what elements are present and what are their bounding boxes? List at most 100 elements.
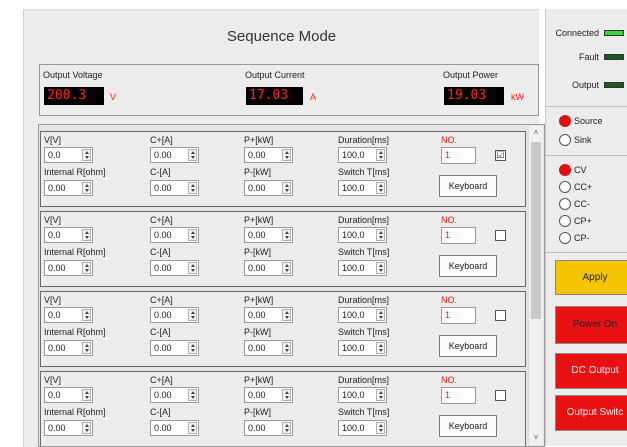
power-minus-stepper[interactable]: 0.00 bbox=[244, 260, 293, 276]
output-switch-button[interactable]: Output Switc bbox=[555, 395, 627, 431]
voltage-stepper[interactable]: 0.0 bbox=[44, 387, 93, 403]
internal-resistance-stepper[interactable]: 0.00 bbox=[44, 420, 93, 436]
stepper-arrows-icon[interactable] bbox=[282, 149, 291, 161]
step-number-input[interactable]: 1 bbox=[441, 227, 476, 244]
current-minus-stepper[interactable]: 0.00 bbox=[150, 260, 199, 276]
stepper-arrows-icon[interactable] bbox=[188, 309, 197, 321]
voltage-stepper[interactable]: 0.0 bbox=[44, 147, 93, 163]
stepper-arrows-icon[interactable] bbox=[82, 229, 91, 241]
stepper-arrows-icon[interactable] bbox=[188, 422, 197, 434]
stepper-arrows-icon[interactable] bbox=[376, 309, 385, 321]
current-plus-label: C+[A] bbox=[150, 295, 173, 305]
scroll-up-icon[interactable]: ˄ bbox=[532, 129, 540, 137]
stepper-arrows-icon[interactable] bbox=[188, 389, 197, 401]
current-plus-stepper[interactable]: 0.00 bbox=[150, 307, 199, 323]
stepper-arrows-icon[interactable] bbox=[188, 262, 197, 274]
apply-button[interactable]: Apply bbox=[555, 260, 627, 295]
sink-radio-label[interactable]: Sink bbox=[574, 135, 592, 145]
power-minus-stepper[interactable]: 0.00 bbox=[244, 340, 293, 356]
stepper-arrows-icon[interactable] bbox=[82, 309, 91, 321]
current-minus-stepper[interactable]: 0.00 bbox=[150, 420, 199, 436]
mode-radio-label[interactable]: CP+ bbox=[574, 216, 592, 226]
scroll-down-icon[interactable]: ˅ bbox=[532, 434, 540, 442]
stepper-arrows-icon[interactable] bbox=[282, 182, 291, 194]
stepper-arrows-icon[interactable] bbox=[376, 389, 385, 401]
stepper-arrows-icon[interactable] bbox=[188, 182, 197, 194]
stepper-arrows-icon[interactable] bbox=[82, 182, 91, 194]
power-on-button[interactable]: Power On bbox=[555, 306, 627, 344]
step-enable-checkbox[interactable]: ☑ bbox=[495, 150, 506, 161]
duration-stepper[interactable]: 100.0 bbox=[338, 147, 387, 163]
power-plus-stepper[interactable]: 0.00 bbox=[244, 387, 293, 403]
keyboard-button[interactable]: Keyboard bbox=[439, 335, 497, 357]
step-number-input[interactable]: 1 bbox=[441, 307, 476, 324]
power-plus-stepper[interactable]: 0.00 bbox=[244, 227, 293, 243]
internal-resistance-stepper[interactable]: 0.00 bbox=[44, 180, 93, 196]
switch-time-stepper[interactable]: 100.0 bbox=[338, 420, 387, 436]
step-enable-checkbox[interactable] bbox=[495, 310, 506, 321]
stepper-arrows-icon[interactable] bbox=[188, 149, 197, 161]
mode-radio-label[interactable]: CC+ bbox=[574, 182, 592, 192]
sequence-scrollbar[interactable]: ˄ ˅ bbox=[528, 126, 543, 445]
voltage-stepper[interactable]: 0.0 bbox=[44, 227, 93, 243]
sequence-list[interactable]: ˄ ˅ V[V] C+[A] P+[kW] Duration[ms] NO. 0… bbox=[38, 124, 545, 447]
mode-radio-label[interactable]: CP- bbox=[574, 233, 590, 243]
current-plus-stepper[interactable]: 0.00 bbox=[150, 227, 199, 243]
current-plus-stepper[interactable]: 0.00 bbox=[150, 147, 199, 163]
duration-stepper[interactable]: 100.0 bbox=[338, 227, 387, 243]
step-enable-checkbox[interactable] bbox=[495, 390, 506, 401]
current-minus-stepper[interactable]: 0.00 bbox=[150, 340, 199, 356]
stepper-arrows-icon[interactable] bbox=[376, 342, 385, 354]
stepper-arrows-icon[interactable] bbox=[376, 229, 385, 241]
stepper-arrows-icon[interactable] bbox=[188, 229, 197, 241]
step-number-input[interactable]: 1 bbox=[441, 147, 476, 164]
source-radio-label[interactable]: Source bbox=[574, 116, 603, 126]
stepper-arrows-icon[interactable] bbox=[188, 342, 197, 354]
keyboard-button[interactable]: Keyboard bbox=[439, 175, 497, 197]
stepper-arrows-icon[interactable] bbox=[282, 422, 291, 434]
stepper-arrows-icon[interactable] bbox=[376, 149, 385, 161]
mode-radio-label[interactable]: CV bbox=[574, 165, 587, 175]
stepper-arrows-icon[interactable] bbox=[82, 342, 91, 354]
stepper-arrows-icon[interactable] bbox=[376, 422, 385, 434]
voltage-stepper[interactable]: 0.0 bbox=[44, 307, 93, 323]
stepper-arrows-icon[interactable] bbox=[82, 262, 91, 274]
switch-time-stepper[interactable]: 100.0 bbox=[338, 340, 387, 356]
mode-radio-cv[interactable] bbox=[559, 164, 571, 176]
power-plus-stepper[interactable]: 0.00 bbox=[244, 147, 293, 163]
step-number-input[interactable]: 1 bbox=[441, 387, 476, 404]
power-minus-stepper[interactable]: 0.00 bbox=[244, 420, 293, 436]
power-minus-stepper[interactable]: 0.00 bbox=[244, 180, 293, 196]
stepper-arrows-icon[interactable] bbox=[282, 309, 291, 321]
current-plus-stepper[interactable]: 0.00 bbox=[150, 387, 199, 403]
stepper-arrows-icon[interactable] bbox=[282, 229, 291, 241]
duration-stepper[interactable]: 100.0 bbox=[338, 387, 387, 403]
internal-resistance-stepper[interactable]: 0.00 bbox=[44, 260, 93, 276]
switch-time-stepper[interactable]: 100.0 bbox=[338, 260, 387, 276]
step-enable-checkbox[interactable] bbox=[495, 230, 506, 241]
switch-time-stepper[interactable]: 100.0 bbox=[338, 180, 387, 196]
mode-radio-cp-minus[interactable] bbox=[559, 232, 571, 244]
stepper-arrows-icon[interactable] bbox=[282, 389, 291, 401]
stepper-arrows-icon[interactable] bbox=[282, 262, 291, 274]
source-radio[interactable] bbox=[559, 115, 571, 127]
stepper-arrows-icon[interactable] bbox=[82, 422, 91, 434]
mode-radio-cc-minusplus[interactable] bbox=[559, 181, 571, 193]
duration-stepper[interactable]: 100.0 bbox=[338, 307, 387, 323]
stepper-arrows-icon[interactable] bbox=[282, 342, 291, 354]
scroll-thumb[interactable] bbox=[531, 142, 541, 319]
stepper-arrows-icon[interactable] bbox=[376, 182, 385, 194]
keyboard-button[interactable]: Keyboard bbox=[439, 415, 497, 437]
mode-radio-cp-minusplus[interactable] bbox=[559, 215, 571, 227]
mode-radio-label[interactable]: CC- bbox=[574, 199, 590, 209]
power-plus-stepper[interactable]: 0.00 bbox=[244, 307, 293, 323]
stepper-arrows-icon[interactable] bbox=[376, 262, 385, 274]
current-minus-stepper[interactable]: 0.00 bbox=[150, 180, 199, 196]
stepper-arrows-icon[interactable] bbox=[82, 149, 91, 161]
mode-radio-cc-minus[interactable] bbox=[559, 198, 571, 210]
internal-resistance-stepper[interactable]: 0.00 bbox=[44, 340, 93, 356]
dc-output-button[interactable]: DC Output bbox=[555, 353, 627, 389]
sink-radio[interactable] bbox=[559, 134, 571, 146]
keyboard-button[interactable]: Keyboard bbox=[439, 255, 497, 277]
stepper-arrows-icon[interactable] bbox=[82, 389, 91, 401]
